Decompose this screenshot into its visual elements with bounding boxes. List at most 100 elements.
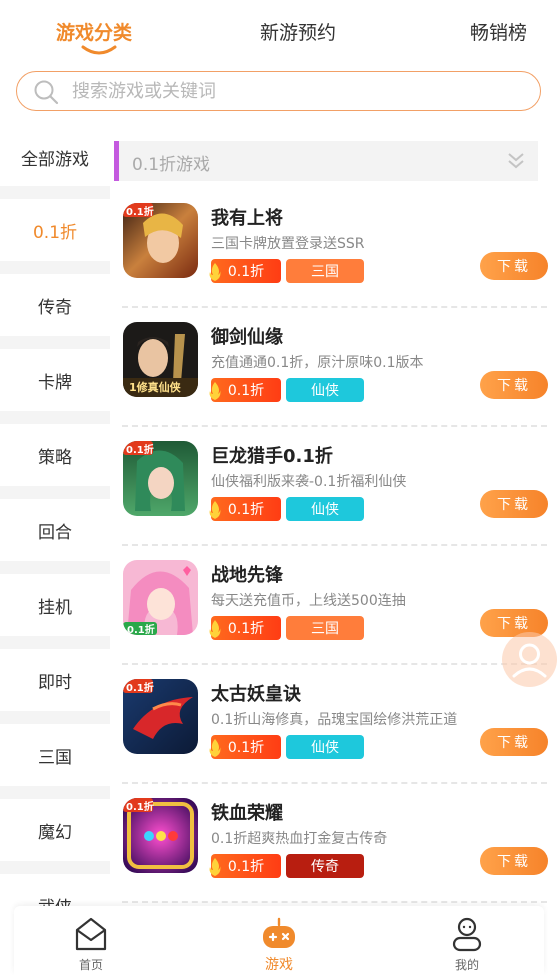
divider [122,663,547,665]
download-button[interactable]: 下载 [480,371,548,399]
sidebar-item-martial-arts[interactable]: 武侠 [0,874,110,908]
discount-tag-label: 0.1折 [227,740,265,756]
game-item[interactable]: 0.1折 战地先锋 每天送充值币，上线送500连抽 0.1折 三国 下载 [114,547,557,665]
double-chevron-down-icon[interactable] [506,151,526,171]
tab-bestseller[interactable]: 畅销榜 [470,18,527,45]
divider [122,544,547,546]
tab-new-game-reservation[interactable]: 新游预约 [260,18,336,45]
game-item[interactable]: 1修真仙侠 御剑仙缘 充值通通0.1折，原汁原味0.1版本 0.1折 仙侠 下载 [114,309,557,427]
section-accent-bar [114,141,119,181]
game-name[interactable]: 巨龙猎手0.1折 [211,442,333,468]
download-button[interactable]: 下载 [480,847,548,875]
discount-tag-label: 0.1折 [227,502,265,518]
discount-tag-label: 0.1折 [227,264,265,280]
game-description: 0.1折超爽热血打金复古传奇 [211,831,388,847]
sidebar-divider [0,636,110,649]
sidebar-divider [0,411,110,424]
sidebar-divider [0,561,110,574]
sidebar-item-fantasy[interactable]: 魔幻 [0,799,110,861]
game-item[interactable]: 0.1折 太古妖皇诀 0.1折山海修真，品瑰宝国绘修洪荒正道 0.1折 仙侠 下… [114,666,557,784]
flame-icon [209,739,221,757]
tab-game-category[interactable]: 游戏分类 [56,18,132,45]
divider [122,901,547,903]
genre-tag: 仙侠 [286,378,364,402]
game-name[interactable]: 我有上将 [211,204,283,230]
game-icon-badge: 0.1折 [126,207,154,218]
game-description: 三国卡牌放置登录送SSR [211,236,365,252]
game-icon[interactable]: 0.1折 [123,679,198,754]
sidebar-item-label: 即时 [38,672,72,693]
sidebar-item-0-1-discount[interactable]: 0.1折 [0,199,110,261]
nav-home-label: 首页 [78,958,103,972]
top-tab-bar: 游戏分类 新游预约 畅销榜 [0,0,557,62]
sidebar-divider [0,336,110,349]
sidebar-item-idle[interactable]: 挂机 [0,574,110,636]
download-button[interactable]: 下载 [480,490,548,518]
discount-tag: 0.1折 [209,735,281,759]
game-description: 充值通通0.1折，原汁原味0.1版本 [211,355,424,371]
flame-icon [209,501,221,519]
gamepad-icon [263,917,295,948]
sidebar-divider [0,711,110,724]
sidebar-item-label: 0.1折 [32,222,78,243]
discount-tag-label: 0.1折 [227,859,265,875]
download-button[interactable]: 下载 [480,252,548,280]
bottom-navigation: 首页 游戏 我的 [14,906,544,975]
sidebar-item-label: 挂机 [38,597,72,618]
search-bar[interactable] [16,71,541,111]
flame-icon [209,858,221,876]
sidebar-divider [0,861,110,874]
game-name[interactable]: 御剑仙缘 [211,323,283,349]
game-item[interactable]: 0.1折 巨龙猎手0.1折 仙侠福利版来袭-0.1折福利仙侠 0.1折 仙侠 下… [114,428,557,546]
nav-games[interactable]: 游戏 [224,906,334,975]
game-icon-badge: 0.1折 [126,802,154,813]
game-icon[interactable]: 0.1折 [123,560,198,635]
game-icon[interactable]: 1修真仙侠 [123,322,198,397]
sidebar-divider [0,261,110,274]
discount-tag: 0.1折 [209,854,281,878]
section-header[interactable]: 0.1折游戏 [114,141,538,181]
game-name[interactable]: 铁血荣耀 [211,799,283,825]
game-item[interactable]: 0.1折 铁血荣耀 0.1折超爽热血打金复古传奇 0.1折 传奇 下载 [114,785,557,903]
sidebar-item-all-games[interactable]: 全部游戏 [0,126,110,188]
sidebar-divider [0,786,110,799]
nav-home[interactable]: 首页 [36,906,146,975]
sidebar-item-label: 策略 [38,447,72,468]
flame-icon [209,382,221,400]
game-icon[interactable]: 0.1折 [123,203,198,278]
sidebar-item-label: 三国 [38,747,72,768]
sidebar-divider [0,186,110,199]
download-button[interactable]: 下载 [480,728,548,756]
user-icon [452,917,482,952]
sidebar-item-three-kingdoms[interactable]: 三国 [0,724,110,786]
discount-tag: 0.1折 [209,259,281,283]
sidebar-item-label: 回合 [38,522,72,543]
divider [122,306,547,308]
sidebar-divider [0,486,110,499]
divider [122,782,547,784]
game-name[interactable]: 战地先锋 [211,561,283,587]
nav-profile-label: 我的 [454,958,479,972]
search-input[interactable] [72,78,512,104]
home-icon [75,917,107,951]
customer-service-icon [512,643,547,678]
game-icon-badge: 1修真仙侠 [129,381,181,394]
sidebar-item-real-time[interactable]: 即时 [0,649,110,711]
sidebar-item-strategy[interactable]: 策略 [0,424,110,486]
genre-tag: 仙侠 [286,497,364,521]
game-item[interactable]: 0.1折 我有上将 三国卡牌放置登录送SSR 0.1折 三国 下载 [114,190,557,308]
sidebar-item-legend[interactable]: 传奇 [0,274,110,336]
sidebar-item-turn-based[interactable]: 回合 [0,499,110,561]
genre-tag: 传奇 [286,854,364,878]
discount-tag-label: 0.1折 [227,621,265,637]
game-icon-badge: 0.1折 [126,445,154,456]
game-name[interactable]: 太古妖皇诀 [211,680,301,706]
genre-tag: 三国 [286,616,364,640]
sidebar-item-card[interactable]: 卡牌 [0,349,110,411]
game-icon[interactable]: 0.1折 [123,441,198,516]
sidebar-item-label: 传奇 [38,297,72,318]
game-icon[interactable]: 0.1折 [123,798,198,873]
nav-profile[interactable]: 我的 [412,906,522,975]
discount-tag-label: 0.1折 [227,383,265,399]
customer-service-float-button[interactable] [502,632,557,687]
